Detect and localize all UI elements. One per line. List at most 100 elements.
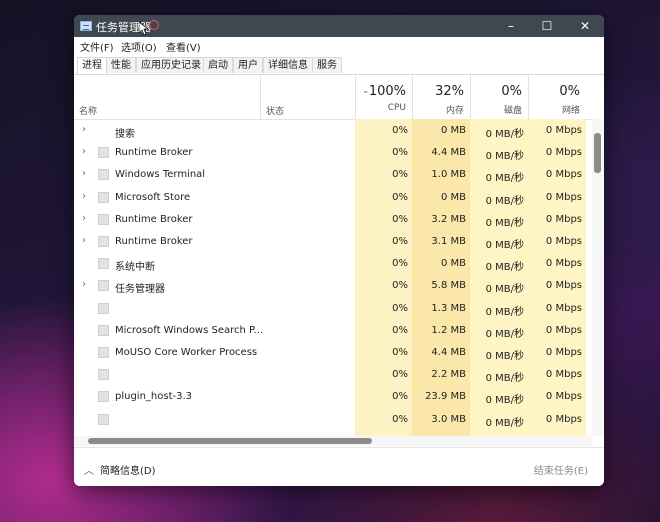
cpu-value: 0%	[392, 213, 408, 225]
memory-value: 3.1 MB	[431, 236, 466, 247]
vertical-scroll-thumb[interactable]	[594, 133, 601, 173]
header-disk[interactable]: 0% 磁盘	[470, 75, 528, 119]
chevron-right-icon[interactable]: ›	[82, 146, 86, 157]
footer-bar: ︿ 简略信息(D) 结束任务(E)	[74, 447, 604, 486]
header-network[interactable]: 0% 网络	[528, 75, 586, 119]
title-bar[interactable]: 任务管理器 – ☐ ✕	[74, 15, 604, 37]
minimize-button[interactable]: –	[494, 15, 528, 37]
disk-value: 0 MB/秒	[485, 284, 524, 296]
table-row[interactable]: › Runtime Broker 0% 4.4 MB 0 MB/秒 0 Mbps	[74, 142, 592, 164]
network-value: 0 Mbps	[545, 391, 582, 403]
network-value: 0 Mbps	[545, 324, 582, 336]
tab-processes[interactable]: 进程	[77, 57, 107, 74]
table-row[interactable]: › Runtime Broker 0% 3.2 MB 0 MB/秒 0 Mbps	[74, 209, 592, 231]
header-cpu-percent: 100%	[368, 84, 406, 99]
fewer-details-button[interactable]: ︿ 简略信息(D)	[84, 462, 156, 477]
process-icon	[98, 413, 109, 425]
header-cpu-label: CPU	[387, 103, 406, 113]
chevron-right-icon[interactable]: ›	[82, 279, 86, 290]
maximize-button[interactable]: ☐	[530, 15, 564, 37]
memory-value: 0 MB	[440, 258, 466, 270]
header-memory-label: 内存	[445, 106, 464, 116]
header-disk-percent: 0%	[501, 84, 522, 99]
network-value: 0 Mbps	[545, 413, 582, 425]
close-button[interactable]: ✕	[568, 15, 602, 37]
memory-value: 5.8 MB	[431, 280, 466, 292]
menu-file[interactable]: 文件(F)	[80, 39, 114, 54]
click-marker-icon	[149, 20, 159, 30]
chevron-right-icon[interactable]: ›	[82, 191, 86, 202]
disk-value: 0 MB/秒	[485, 306, 524, 318]
disk-value: 0 MB/秒	[485, 240, 524, 251]
menu-view[interactable]: 查看(V)	[166, 39, 201, 54]
process-icon	[98, 191, 109, 203]
process-name: 系统中断	[115, 262, 155, 274]
process-icon	[98, 324, 109, 336]
tab-performance[interactable]: 性能	[106, 57, 136, 73]
cpu-value: 0%	[392, 191, 408, 203]
table-row[interactable]: 系统中断 0% 0 MB 0 MB/秒 0 Mbps	[74, 253, 592, 275]
network-value: 0 Mbps	[545, 302, 582, 314]
table-row[interactable]: MoUSO Core Worker Process 0% 4.4 MB 0 MB/秒 0…	[74, 342, 592, 364]
header-memory[interactable]: 32% 内存	[412, 75, 470, 119]
end-task-button[interactable]: 结束任务(E)	[534, 462, 588, 477]
tab-users[interactable]: 用户	[233, 57, 263, 73]
tab-startup[interactable]: 启动	[203, 57, 233, 73]
table-row[interactable]: › Windows Terminal 0% 1.0 MB 0 MB/秒 0 Mbps	[74, 164, 592, 186]
disk-value: 0 MB/秒	[485, 373, 524, 385]
vertical-scrollbar[interactable]	[592, 119, 604, 436]
header-name[interactable]: 名称	[74, 75, 260, 119]
network-value: 0 Mbps	[545, 169, 582, 181]
table-row[interactable]: 0% 3.0 MB 0 MB/秒 0 Mbps	[74, 409, 592, 431]
network-value: 0 Mbps	[545, 125, 582, 136]
cpu-value: 0%	[392, 280, 408, 292]
memory-value: 3.2 MB	[431, 213, 466, 225]
header-disk-label: 磁盘	[503, 106, 522, 116]
cpu-value: 0%	[392, 147, 408, 159]
memory-value: 3.0 MB	[431, 413, 466, 425]
table-row[interactable]: › 任务管理器 0% 5.8 MB 0 MB/秒 0 Mbps	[74, 275, 592, 297]
disk-value: 0 MB/秒	[485, 217, 524, 229]
cpu-value: 0%	[392, 369, 408, 381]
table-row[interactable]: 0% 1.3 MB 0 MB/秒 0 Mbps	[74, 298, 592, 320]
memory-value: 1.3 MB	[431, 302, 466, 314]
chevron-right-icon[interactable]: ›	[82, 213, 86, 224]
disk-value: 0 MB/秒	[485, 129, 524, 140]
process-name: Windows Terminal	[115, 169, 206, 181]
network-value: 0 Mbps	[545, 147, 582, 159]
disk-value: 0 MB/秒	[485, 151, 524, 163]
table-row[interactable]: Microsoft Windows Search P... 0% 1.2 MB 0 M…	[74, 320, 592, 342]
header-status[interactable]: 状态	[260, 75, 355, 119]
table-row[interactable]: › Microsoft Store 0% 0 MB 0 MB/秒 0 Mbps	[74, 187, 592, 209]
process-icon	[98, 258, 109, 270]
menu-options[interactable]: 选项(O)	[121, 39, 157, 54]
horizontal-scroll-thumb[interactable]	[88, 438, 372, 444]
memory-value: 2.2 MB	[431, 369, 466, 381]
memory-value: 0 MB	[440, 125, 466, 136]
fewer-details-label: 简略信息(D)	[100, 466, 156, 477]
menu-bar: 文件(F) 选项(O) 查看(V)	[74, 37, 604, 54]
chevron-right-icon[interactable]: ›	[82, 235, 86, 246]
process-name: Runtime Broker	[115, 147, 193, 159]
disk-value: 0 MB/秒	[485, 417, 524, 429]
header-cpu[interactable]: ⌄ 100% CPU	[355, 75, 412, 119]
table-row[interactable]: 0% 2.2 MB 0 MB/秒 0 Mbps	[74, 364, 592, 386]
table-row[interactable]: plugin_host-3.3 0% 23.9 MB 0 MB/秒 0 Mbps	[74, 386, 592, 408]
disk-value: 0 MB/秒	[485, 173, 524, 185]
chevron-right-icon[interactable]: ›	[82, 124, 86, 135]
network-value: 0 Mbps	[545, 258, 582, 270]
network-value: 0 Mbps	[545, 191, 582, 203]
table-row[interactable]: › Runtime Broker 0% 3.1 MB 0 MB/秒 0 Mbps	[74, 231, 592, 253]
chevron-right-icon[interactable]: ›	[82, 168, 86, 179]
disk-value: 0 MB/秒	[485, 351, 524, 362]
table-row[interactable]: › 搜索 0% 0 MB 0 MB/秒 0 Mbps	[74, 120, 592, 142]
tab-details[interactable]: 详细信息	[263, 57, 313, 73]
horizontal-scrollbar[interactable]	[74, 436, 592, 446]
process-icon	[98, 169, 109, 181]
header-name-label: 名称	[79, 107, 98, 117]
tab-app-history[interactable]: 应用历史记录	[136, 57, 206, 73]
process-icon	[98, 302, 109, 314]
process-icon	[98, 280, 109, 292]
process-name: plugin_host-3.3	[115, 391, 193, 403]
tab-services[interactable]: 服务	[312, 57, 342, 73]
